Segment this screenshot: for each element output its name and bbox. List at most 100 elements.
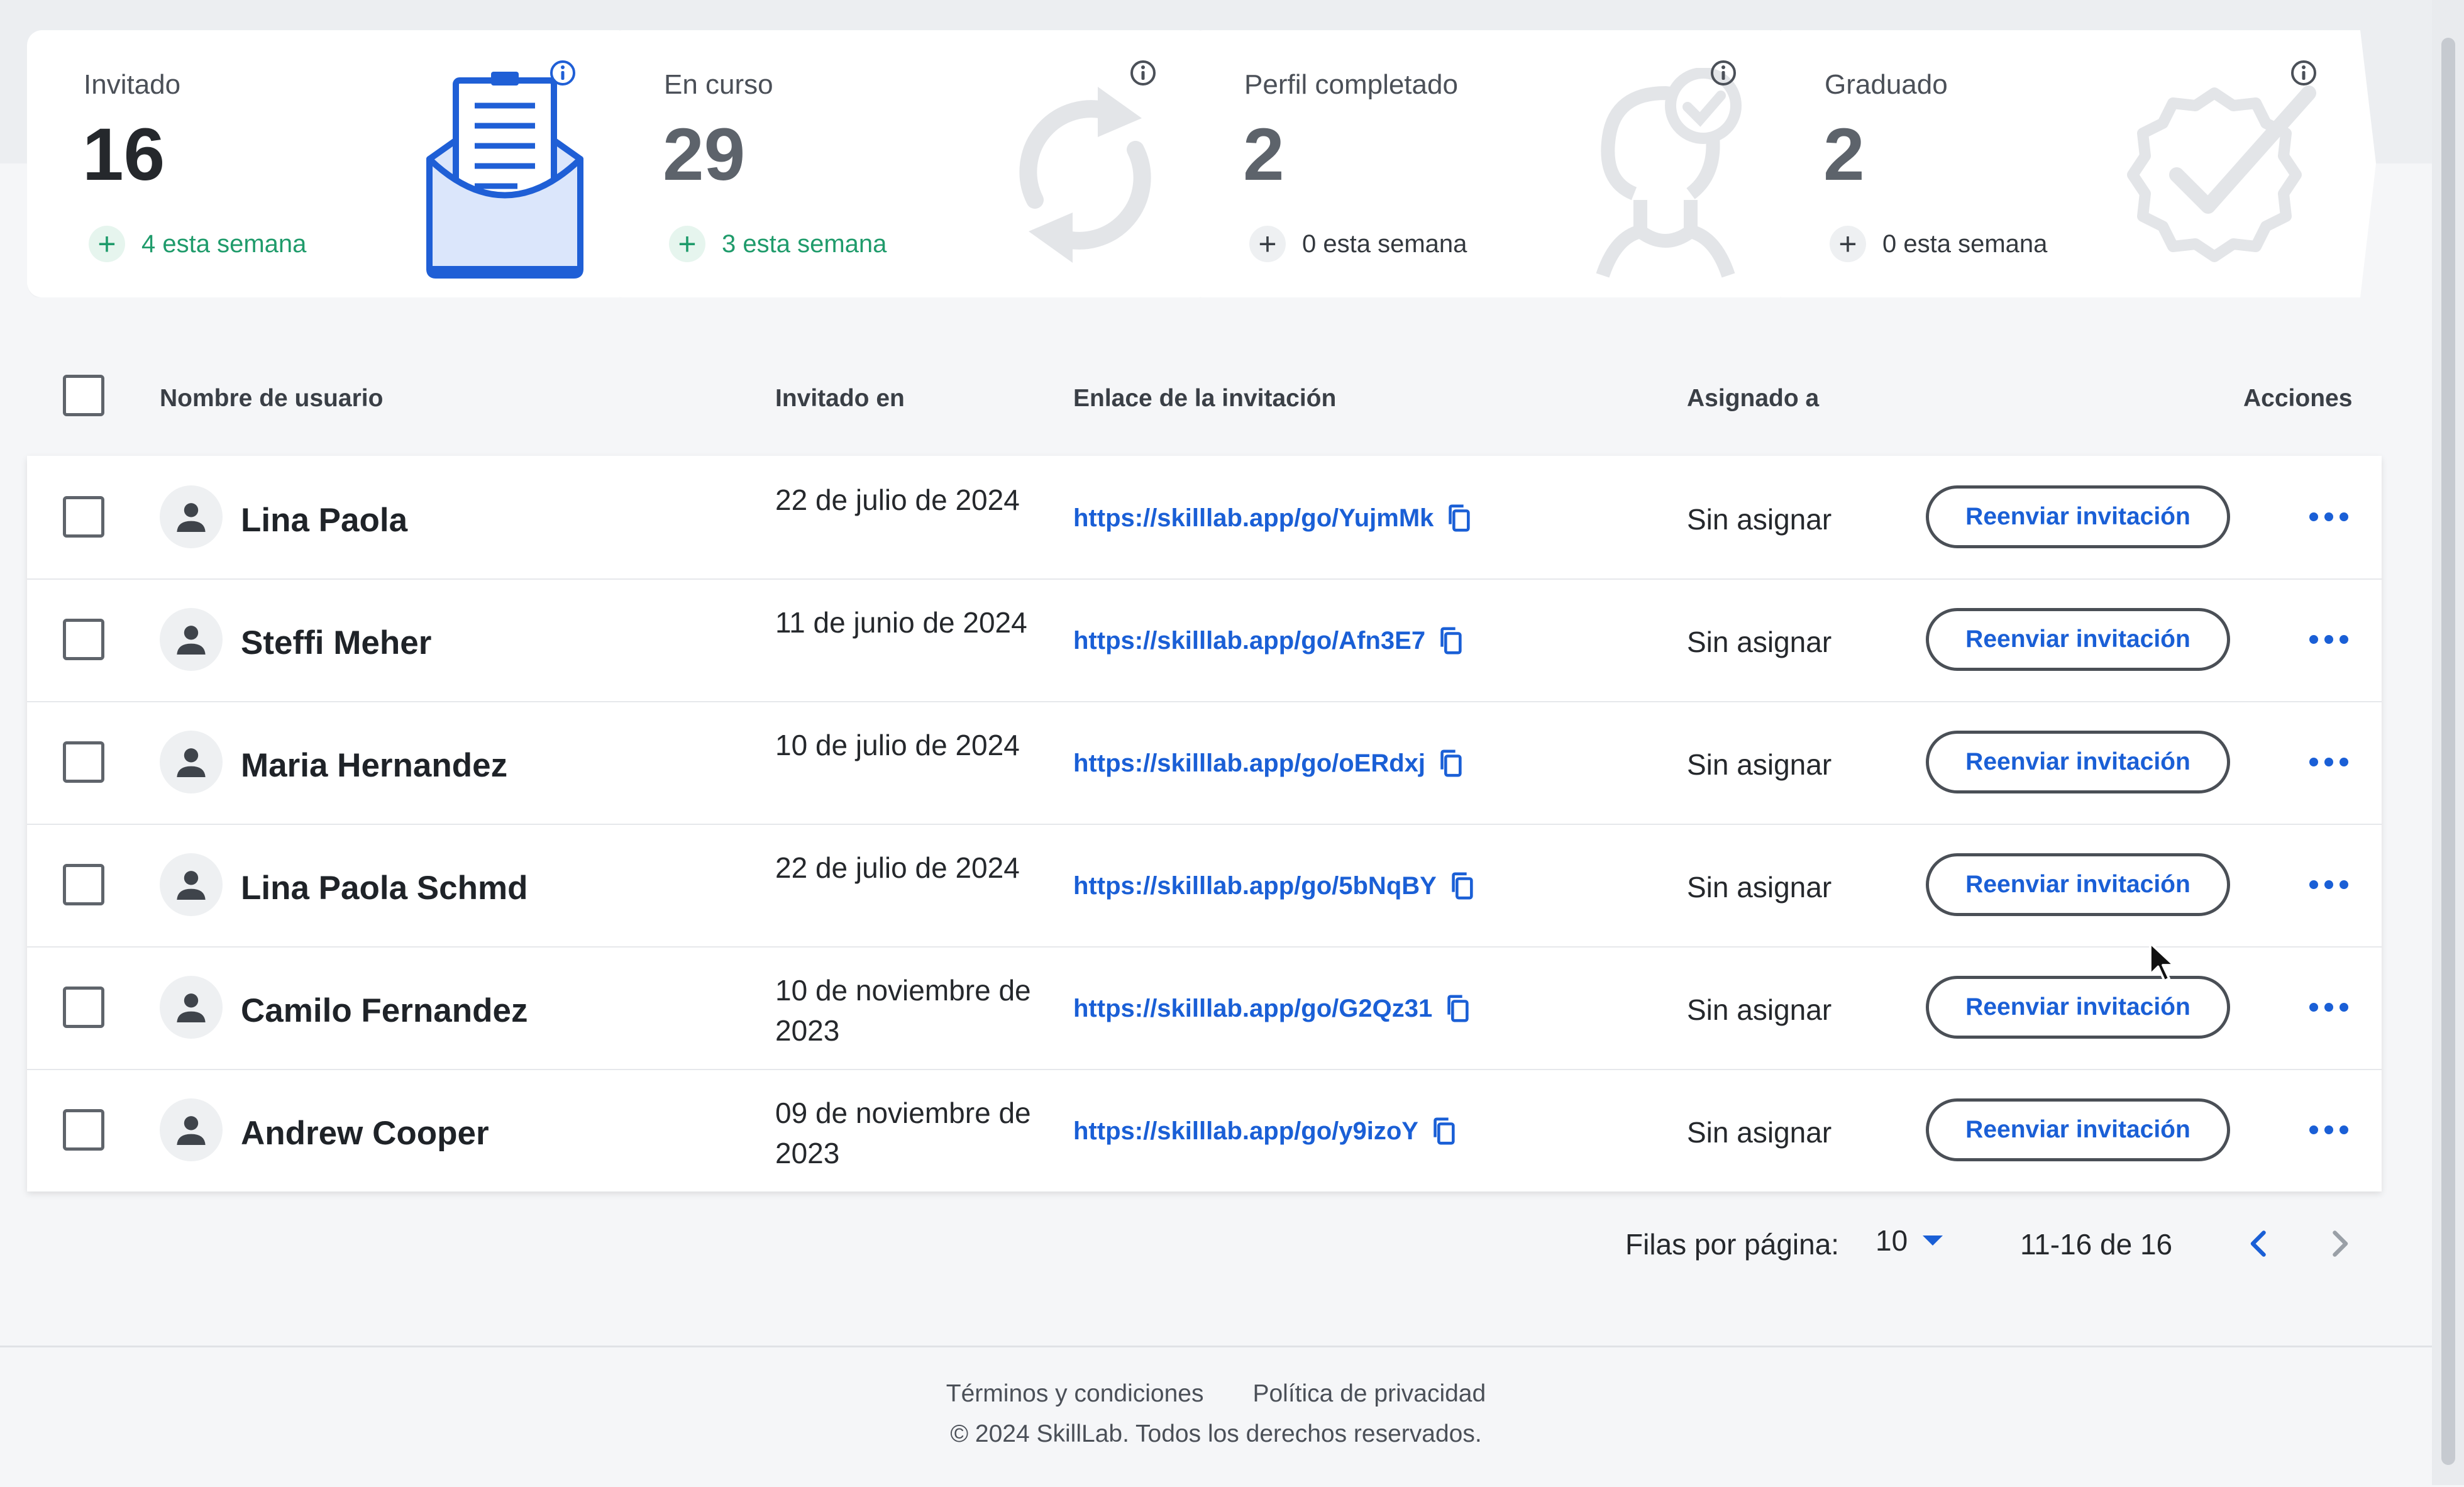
select-all-checkbox[interactable]: [63, 375, 104, 416]
assigned-to: Sin asignar: [1687, 626, 1832, 658]
more-horizontal-icon[interactable]: [2309, 1116, 2348, 1144]
info-icon[interactable]: [549, 59, 577, 87]
user-check-icon: [1596, 68, 1742, 278]
terms-link[interactable]: Términos y condiciones: [946, 1380, 1204, 1408]
page-range: 11-16 de 16: [2020, 1228, 2173, 1261]
resend-invitation-button[interactable]: Reenviar invitación: [1926, 1098, 2230, 1161]
table-row: Andrew Cooper 09 de noviembre de 2023 ht…: [27, 1069, 2382, 1191]
resend-invitation-button[interactable]: Reenviar invitación: [1926, 485, 2230, 548]
invite-link: https://skilllab.app/go/YujmMk: [1073, 504, 1471, 533]
invited-on-date: 10 de julio de 2024: [775, 729, 1020, 761]
avatar: [160, 976, 223, 1039]
user-name[interactable]: Lina Paola Schmd: [241, 869, 528, 907]
invite-link-url[interactable]: https://skilllab.app/go/5bNqBY: [1073, 872, 1437, 900]
info-icon[interactable]: [2290, 59, 2318, 87]
invite-link-url[interactable]: https://skilllab.app/go/y9izoY: [1073, 1117, 1418, 1146]
person-icon: [177, 626, 206, 655]
row-checkbox[interactable]: [63, 1109, 104, 1151]
resend-invitation-button[interactable]: Reenviar invitación: [1926, 976, 2230, 1039]
more-horizontal-icon[interactable]: [2309, 626, 2348, 653]
invite-link: https://skilllab.app/go/Afn3E7: [1073, 626, 1463, 655]
plus-icon: +: [1249, 226, 1286, 262]
scrollbar-thumb[interactable]: [2441, 38, 2455, 1465]
header-assigned-to[interactable]: Asignado a: [1687, 385, 1819, 412]
header-invited-on[interactable]: Invitado en: [775, 385, 905, 412]
stat-week: + 4 esta semana: [89, 225, 306, 263]
person-icon: [177, 503, 206, 532]
stat-card-invited[interactable]: Invitado 16 + 4 esta semana: [27, 30, 635, 297]
invite-link-url[interactable]: https://skilllab.app/go/YujmMk: [1073, 504, 1434, 533]
stat-card-in-progress[interactable]: En curso 29 + 3 esta semana: [607, 30, 1215, 297]
plus-icon: +: [669, 226, 705, 262]
invite-link: https://skilllab.app/go/5bNqBY: [1073, 871, 1474, 900]
rows-per-page-value: 10: [1876, 1224, 1908, 1257]
stat-week-text: 0 esta semana: [1302, 229, 1467, 258]
row-checkbox[interactable]: [63, 619, 104, 660]
refresh-cycle-icon: [1019, 87, 1151, 263]
person-icon: [177, 993, 206, 1022]
person-icon: [177, 871, 206, 900]
resend-invitation-button[interactable]: Reenviar invitación: [1926, 731, 2230, 793]
resend-invitation-button[interactable]: Reenviar invitación: [1926, 608, 2230, 671]
badge-check-icon: [2127, 86, 2316, 262]
footer: Términos y condiciones Política de priva…: [0, 1346, 2432, 1487]
header-username[interactable]: Nombre de usuario: [160, 385, 383, 412]
copy-icon[interactable]: [1445, 994, 1470, 1023]
invite-link-url[interactable]: https://skilllab.app/go/G2Qz31: [1073, 995, 1432, 1023]
row-checkbox[interactable]: [63, 496, 104, 538]
copy-icon[interactable]: [1438, 626, 1463, 655]
more-horizontal-icon[interactable]: [2309, 748, 2348, 776]
user-name[interactable]: Maria Hernandez: [241, 746, 507, 785]
info-icon[interactable]: [1129, 59, 1157, 87]
stat-week-text: 4 esta semana: [141, 229, 307, 258]
page: Invitado 16 + 4 esta semana En curso 29 …: [0, 0, 2432, 1487]
copy-icon[interactable]: [1446, 504, 1471, 533]
row-checkbox[interactable]: [63, 741, 104, 783]
resend-invitation-button[interactable]: Reenviar invitación: [1926, 853, 2230, 916]
invite-link-url[interactable]: https://skilllab.app/go/oERdxj: [1073, 749, 1425, 778]
invite-link: https://skilllab.app/go/y9izoY: [1073, 1117, 1456, 1146]
invite-link-url[interactable]: https://skilllab.app/go/Afn3E7: [1073, 627, 1425, 655]
chevron-right-icon[interactable]: [2321, 1225, 2358, 1263]
user-name[interactable]: Lina Paola: [241, 501, 407, 539]
invited-on-date: 10 de noviembre de 2023: [775, 974, 1031, 1047]
more-horizontal-icon[interactable]: [2309, 993, 2348, 1021]
invited-on-date: 09 de noviembre de 2023: [775, 1097, 1031, 1169]
copy-icon[interactable]: [1438, 749, 1463, 778]
envelope-letter-icon: [426, 72, 583, 279]
user-name[interactable]: Camilo Fernandez: [241, 992, 528, 1030]
mouse-pointer-icon: [2149, 942, 2175, 982]
invited-on-date: 22 de julio de 2024: [775, 851, 1020, 884]
copy-icon[interactable]: [1431, 1117, 1456, 1146]
table-header: Nombre de usuario Invitado en Enlace de …: [27, 365, 2382, 434]
info-icon[interactable]: [1710, 59, 1737, 87]
row-checkbox[interactable]: [63, 987, 104, 1028]
invite-link: https://skilllab.app/go/G2Qz31: [1073, 994, 1470, 1023]
copyright: © 2024 SkillLab. Todos los derechos rese…: [950, 1420, 1482, 1447]
rows-per-page-select[interactable]: 10: [1876, 1224, 1943, 1258]
more-horizontal-icon[interactable]: [2309, 503, 2348, 531]
privacy-link[interactable]: Política de privacidad: [1252, 1380, 1486, 1408]
more-horizontal-icon[interactable]: [2309, 871, 2348, 898]
chevron-left-icon[interactable]: [2240, 1225, 2278, 1263]
stat-week: + 0 esta semana: [1249, 225, 1467, 263]
vertical-scrollbar[interactable]: [2432, 0, 2464, 1485]
table-row: Camilo Fernandez 10 de noviembre de 2023…: [27, 946, 2382, 1070]
stat-card-graduated[interactable]: Graduado 2 + 0 esta semana: [1768, 30, 2376, 297]
avatar: [160, 731, 223, 793]
assigned-to: Sin asignar: [1687, 1116, 1832, 1149]
header-actions: Acciones: [2243, 385, 2353, 412]
avatar: [160, 853, 223, 916]
copy-icon[interactable]: [1449, 871, 1474, 900]
assigned-to: Sin asignar: [1687, 871, 1832, 904]
header-invite-link: Enlace de la invitación: [1073, 385, 1337, 412]
row-checkbox[interactable]: [63, 864, 104, 905]
stat-value: 16: [82, 113, 165, 196]
invited-on-date: 11 de junio de 2024: [775, 606, 1027, 639]
pagination: Filas por página: 10 11-16 de 16: [27, 1213, 2382, 1276]
user-name[interactable]: Andrew Cooper: [241, 1114, 489, 1153]
stat-label: Graduado: [1825, 69, 1948, 100]
avatar: [160, 1098, 223, 1161]
user-name[interactable]: Steffi Meher: [241, 624, 431, 662]
stat-card-profile-completed[interactable]: Perfil completado 2 + 0 esta semana: [1188, 30, 1796, 297]
